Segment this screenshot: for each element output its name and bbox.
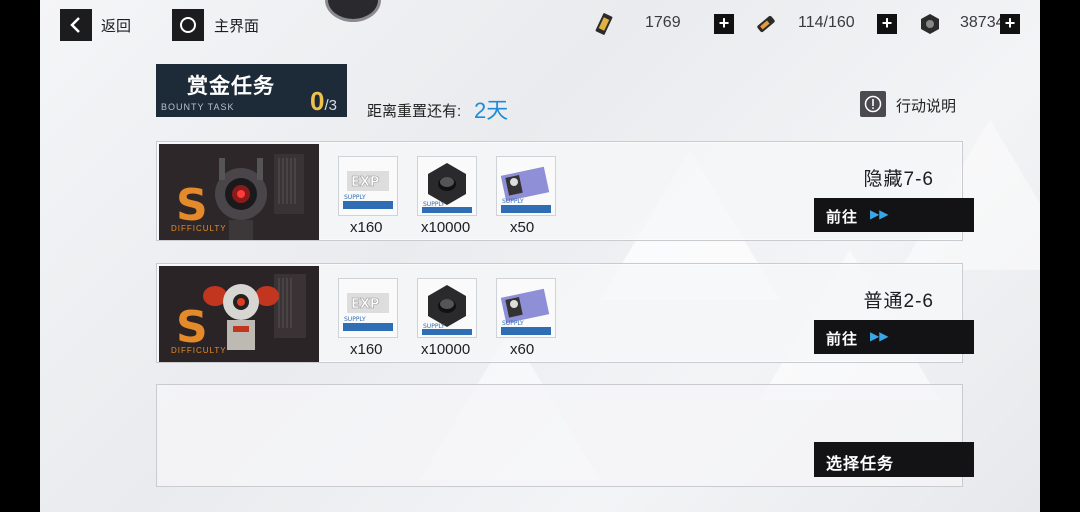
resource-ticket-value: 1769 — [645, 14, 681, 31]
svg-text:EXP: EXP — [351, 175, 379, 190]
home-button[interactable] — [172, 9, 204, 41]
add-ticket-button[interactable]: + — [714, 14, 734, 34]
reward-count: x60 — [510, 341, 535, 358]
gear-part-icon — [918, 12, 942, 36]
back-label[interactable]: 返回 — [101, 15, 131, 36]
chevron-left-icon — [70, 17, 80, 33]
svg-text:SUPPLY: SUPPLY — [502, 198, 524, 205]
battery-icon — [754, 12, 778, 36]
supply-ticket-icon: SUPPLY — [500, 166, 551, 213]
reward-count: x50 — [510, 219, 535, 236]
reward-item[interactable]: EXP SUPPLY — [338, 278, 398, 338]
ticket-icon — [592, 12, 616, 36]
add-parts-button[interactable]: + — [1000, 14, 1020, 34]
task-count-total: /3 — [324, 97, 337, 114]
supply-ticket-icon: SUPPLY — [500, 288, 551, 335]
mission-card: S DIFFICULTY EXP SUPPLY x160 SUPPLY x1000… — [156, 263, 974, 363]
info-label[interactable]: 行动说明 — [896, 95, 956, 116]
bounty-screen: 返回 主界面 1769 + 114/160 + 387345 + 赏金任务 BO… — [40, 0, 1040, 512]
reward-count: x10000 — [421, 219, 471, 236]
enemy-portrait: S DIFFICULTY — [159, 144, 319, 240]
add-battery-button[interactable]: + — [877, 14, 897, 34]
reward-count: x160 — [350, 341, 383, 358]
bounty-title-panel: 赏金任务 BOUNTY TASK 0/3 — [156, 64, 347, 117]
double-arrow-icon: ▶▶ — [870, 329, 889, 343]
reward-count: x10000 — [421, 341, 471, 358]
stage-name: 隐藏7-6 — [863, 169, 934, 190]
svg-text:SUPPLY: SUPPLY — [344, 194, 366, 201]
svg-text:EXP: EXP — [351, 297, 379, 312]
reward-item[interactable]: SUPPLY — [496, 156, 556, 216]
reward-item[interactable]: SUPPLY — [496, 278, 556, 338]
reward-count: x160 — [350, 219, 383, 236]
home-circle-icon — [180, 17, 196, 33]
top-bar: 返回 主界面 1769 + 114/160 + 387345 + — [40, 0, 1040, 50]
mission-card: S DIFFICULTY EXP SUPPLY x160 SUPPLY x1000… — [156, 141, 974, 241]
double-arrow-icon: ▶▶ — [870, 207, 889, 221]
reset-value: 2天 — [474, 98, 509, 123]
enemy-portrait: S DIFFICULTY — [159, 266, 319, 362]
svg-text:SUPPLY: SUPPLY — [423, 323, 445, 330]
go-button[interactable]: 前往 ▶▶ — [814, 320, 974, 354]
go-button[interactable]: 前往 ▶▶ — [814, 198, 974, 232]
resource-battery-value: 114/160 — [798, 14, 855, 31]
task-count-current: 0 — [310, 86, 325, 116]
svg-text:SUPPLY: SUPPLY — [502, 320, 524, 327]
difficulty-label: DIFFICULTY — [171, 346, 227, 355]
svg-text:SUPPLY: SUPPLY — [423, 201, 445, 208]
empty-mission-slot: 选择任务 — [156, 384, 974, 487]
hex-nut-icon: SUPPLY — [422, 163, 472, 213]
svg-text:SUPPLY: SUPPLY — [344, 316, 366, 323]
difficulty-label: DIFFICULTY — [171, 224, 227, 233]
hex-nut-icon: SUPPLY — [422, 285, 472, 335]
go-label: 前往 — [826, 331, 859, 348]
exp-supply-icon: EXP SUPPLY — [343, 293, 393, 331]
reward-item[interactable]: SUPPLY — [417, 156, 477, 216]
task-counter: 0/3 — [310, 86, 337, 117]
page-subtitle: BOUNTY TASK — [161, 102, 235, 112]
top-badge[interactable] — [325, 0, 381, 22]
reward-item[interactable]: EXP SUPPLY — [338, 156, 398, 216]
back-button[interactable] — [60, 9, 92, 41]
select-mission-button[interactable]: 选择任务 — [814, 442, 974, 477]
select-mission-label: 选择任务 — [826, 456, 895, 473]
page-title: 赏金任务 — [187, 75, 275, 98]
home-label[interactable]: 主界面 — [214, 15, 259, 36]
exp-supply-icon: EXP SUPPLY — [343, 171, 393, 209]
info-icon — [864, 95, 882, 113]
stage-name: 普通2-6 — [863, 291, 934, 312]
go-label: 前往 — [826, 209, 859, 226]
reset-label: 距离重置还有: — [367, 103, 462, 120]
reward-item[interactable]: SUPPLY — [417, 278, 477, 338]
info-button[interactable] — [860, 91, 886, 117]
